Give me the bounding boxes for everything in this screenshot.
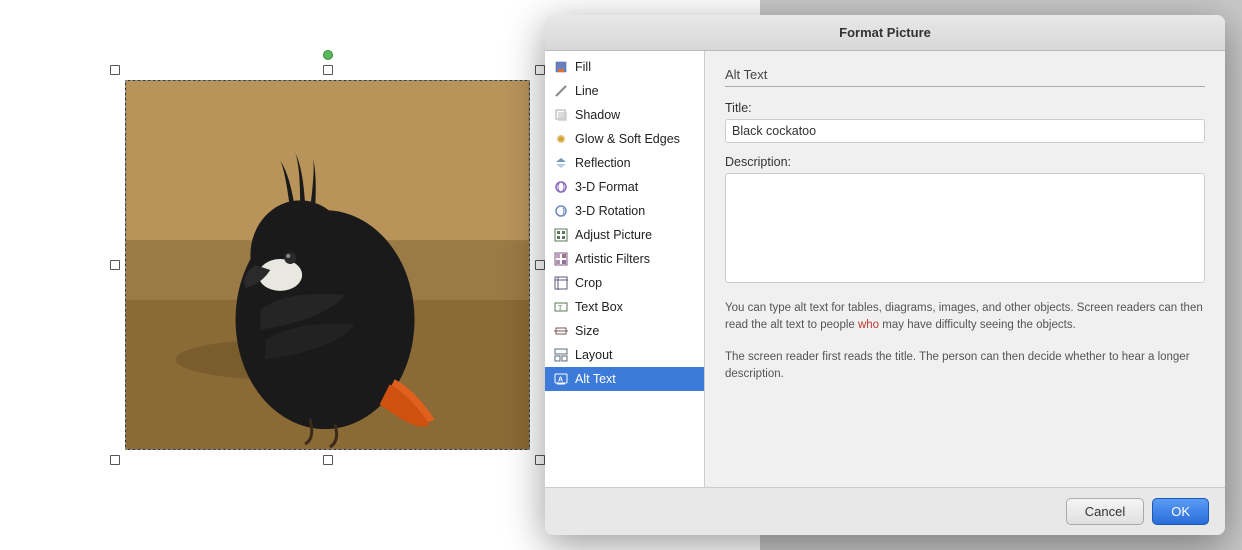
fill-icon [553, 59, 569, 75]
crop-label: Crop [575, 276, 602, 290]
description-label: Description: [725, 155, 1205, 169]
dialog-title: Format Picture [545, 15, 1225, 51]
sidebar-item-shadow[interactable]: Shadow [545, 103, 704, 127]
3dformat-label: 3-D Format [575, 180, 638, 194]
sidebar-item-crop[interactable]: Crop [545, 271, 704, 295]
sidebar-item-textbox[interactable]: T Text Box [545, 295, 704, 319]
sidebar-item-adjust[interactable]: Adjust Picture [545, 223, 704, 247]
reflection-label: Reflection [575, 156, 631, 170]
line-icon [553, 83, 569, 99]
sidebar-item-layout[interactable]: Layout [545, 343, 704, 367]
size-icon [553, 323, 569, 339]
shadow-icon [553, 107, 569, 123]
sidebar-item-alttext[interactable]: A Alt Text [545, 367, 704, 391]
dialog-title-text: Format Picture [839, 25, 931, 40]
highlight-who: who [858, 319, 879, 331]
3drotation-icon [553, 203, 569, 219]
alttext-label: Alt Text [575, 372, 616, 386]
sidebar-item-fill[interactable]: Fill [545, 55, 704, 79]
sidebar-item-line[interactable]: Line [545, 79, 704, 103]
sidebar-list: Fill Line Shadow Glow & So [545, 51, 705, 487]
size-label: Size [575, 324, 599, 338]
handle-middle-right[interactable] [535, 260, 545, 270]
sidebar-item-glow[interactable]: Glow & Soft Edges [545, 127, 704, 151]
format-picture-dialog: Format Picture Fill Line [545, 15, 1225, 535]
fill-label: Fill [575, 60, 591, 74]
3drotation-label: 3-D Rotation [575, 204, 645, 218]
sidebar-item-reflection[interactable]: Reflection [545, 151, 704, 175]
svg-text:A: A [558, 377, 563, 384]
info-text-1: You can type alt text for tables, diagra… [725, 300, 1205, 335]
dialog-body: Fill Line Shadow Glow & So [545, 51, 1225, 487]
handle-bottom-right[interactable] [535, 455, 545, 465]
svg-text:T: T [558, 304, 563, 312]
handle-middle-left[interactable] [110, 260, 120, 270]
rotation-handle[interactable] [323, 50, 333, 60]
layout-icon [553, 347, 569, 363]
textbox-icon: T [553, 299, 569, 315]
glow-label: Glow & Soft Edges [575, 132, 680, 146]
reflection-icon [553, 155, 569, 171]
glow-icon [553, 131, 569, 147]
artistic-icon [553, 251, 569, 267]
alttext-icon: A [553, 371, 569, 387]
cancel-button[interactable]: Cancel [1066, 498, 1144, 525]
alt-text-section-header: Alt Text [725, 67, 1205, 87]
content-area: Alt Text Title: Description: You can typ… [705, 51, 1225, 487]
handle-bottom-middle[interactable] [323, 455, 333, 465]
sidebar-item-size[interactable]: Size [545, 319, 704, 343]
layout-label: Layout [575, 348, 613, 362]
alt-text-header-text: Alt Text [725, 67, 767, 82]
handle-top-left[interactable] [110, 65, 120, 75]
shadow-label: Shadow [575, 108, 620, 122]
adjust-label: Adjust Picture [575, 228, 652, 242]
handle-top-middle[interactable] [323, 65, 333, 75]
adjust-icon [553, 227, 569, 243]
artistic-label: Artistic Filters [575, 252, 650, 266]
ok-button[interactable]: OK [1152, 498, 1209, 525]
crop-icon [553, 275, 569, 291]
textbox-label: Text Box [575, 300, 623, 314]
dialog-footer: Cancel OK [545, 487, 1225, 535]
picture-frame [125, 80, 530, 450]
sidebar-item-artistic[interactable]: Artistic Filters [545, 247, 704, 271]
selected-image[interactable] [115, 70, 540, 460]
sidebar-item-3dformat[interactable]: 3-D Format [545, 175, 704, 199]
title-label: Title: [725, 101, 1205, 115]
info-text-2: The screen reader first reads the title.… [725, 349, 1205, 384]
handle-top-right[interactable] [535, 65, 545, 75]
3dformat-icon [553, 179, 569, 195]
line-label: Line [575, 84, 599, 98]
sidebar-item-3drotation[interactable]: 3-D Rotation [545, 199, 704, 223]
title-input[interactable] [725, 119, 1205, 143]
description-textarea[interactable] [725, 173, 1205, 283]
handle-bottom-left[interactable] [110, 455, 120, 465]
